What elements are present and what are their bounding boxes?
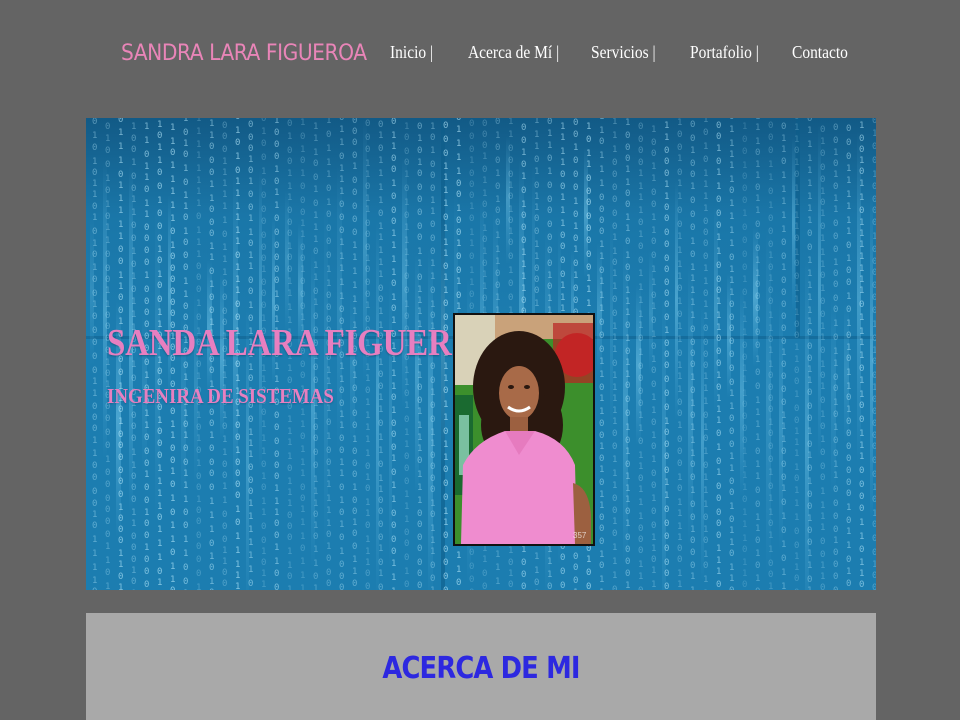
svg-text:001011000110001110001011101010: 00101100011000111000101110101000001110	[716, 121, 721, 590]
svg-text:111000000110110011101111100111: 11100000011011001110111110011100101110	[612, 118, 617, 590]
svg-text:110001100000000001000000100001: 11000110000000000100000010000110000000	[664, 121, 669, 590]
svg-text:101000101011101001101010101000: 101000101011101001101010101000111100110	[820, 118, 825, 590]
svg-text:001001000101111100001010111001: 00100100010111110000101011100100100011	[690, 120, 695, 590]
svg-text:000110100010100110110000100010: 00011010001010011011000010001011011001	[768, 121, 773, 590]
svg-text:000101011000100001011001010011: 000101011000100001011001010011000010000	[833, 118, 838, 590]
site-header: SANDRA LARA FIGUEROA Inicio | Acerca de …	[0, 0, 960, 110]
nav-item-servicios[interactable]: Servicios |	[591, 42, 656, 63]
svg-text:110111000011011100011011001010: 110111000011011100011011001010110001011	[599, 118, 604, 590]
nav-item-contacto[interactable]: Contacto	[792, 42, 848, 63]
photo-mark: 357	[573, 531, 587, 540]
hero-subtitle: INGENIRA DE SISTEMAS	[107, 384, 334, 408]
svg-text:001101111100100000010000111000: 00110111110010000001000011100010101011	[781, 118, 786, 590]
profile-photo: 357	[453, 313, 595, 546]
svg-text:010101101010100100000110001100: 010101101010100100000110001100001011110	[92, 118, 97, 590]
about-title: ACERCA DE MI	[382, 651, 580, 686]
site-logo[interactable]: SANDRA LARA FIGUEROA	[121, 41, 367, 66]
svg-text:100011001101001110101100010101: 100011001101001110101100010101110100001	[625, 118, 630, 590]
about-section: ACERCA DE MI	[86, 613, 876, 720]
hero-banner: 010101101010100100000110001100001011110 0…	[86, 118, 876, 590]
svg-text:011111011110111000000011000110: 011111011110111000000011000110010110110	[729, 118, 734, 590]
nav-item-acerca-de-mi[interactable]: Acerca de Mí |	[468, 42, 559, 63]
svg-text:011111111001111110001100010101: 011111111001111110001100010101001001101	[807, 118, 812, 590]
nav-item-inicio[interactable]: Inicio |	[390, 42, 433, 63]
svg-text:000011110100111110100001101101: 00001111010011111010000110110111000110	[638, 122, 643, 590]
nav-item-portafolio[interactable]: Portafolio |	[690, 42, 759, 63]
hero-title: SANDA LARA FIGUEROA	[107, 322, 501, 364]
svg-text:010010000100000010100100000001: 01001000010000001010010000000101000100	[872, 118, 876, 590]
svg-text:010010001000010111001110000111: 010010001000010111001110000111101110110	[742, 118, 747, 590]
svg-text:101011110000110110000111010101: 101011110000110110000111010101110101011	[703, 118, 708, 590]
